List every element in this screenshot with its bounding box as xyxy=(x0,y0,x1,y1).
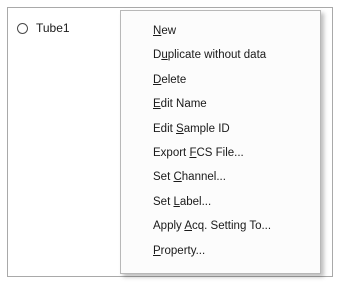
tree-item-label: Tube1 xyxy=(36,21,70,35)
context-menu: New Duplicate without data Delete Edit N… xyxy=(120,10,321,274)
menu-item-set-channel[interactable]: Set Channel... xyxy=(121,165,320,189)
menu-item-edit-name[interactable]: Edit Name xyxy=(121,92,320,116)
menu-item-edit-sample-id[interactable]: Edit Sample ID xyxy=(121,117,320,141)
menu-item-apply-acq-setting[interactable]: Apply Acq. Setting To... xyxy=(121,214,320,238)
radio-circle-icon xyxy=(17,22,28,34)
menu-item-set-label[interactable]: Set Label... xyxy=(121,190,320,214)
menu-item-duplicate-without-data[interactable]: Duplicate without data xyxy=(121,43,320,67)
menu-item-delete[interactable]: Delete xyxy=(121,68,320,92)
menu-item-new[interactable]: New xyxy=(121,19,320,43)
menu-item-property[interactable]: Property... xyxy=(121,239,320,263)
tree-item-tube1[interactable]: Tube1 xyxy=(17,18,70,38)
menu-item-export-fcs-file[interactable]: Export FCS File... xyxy=(121,141,320,165)
